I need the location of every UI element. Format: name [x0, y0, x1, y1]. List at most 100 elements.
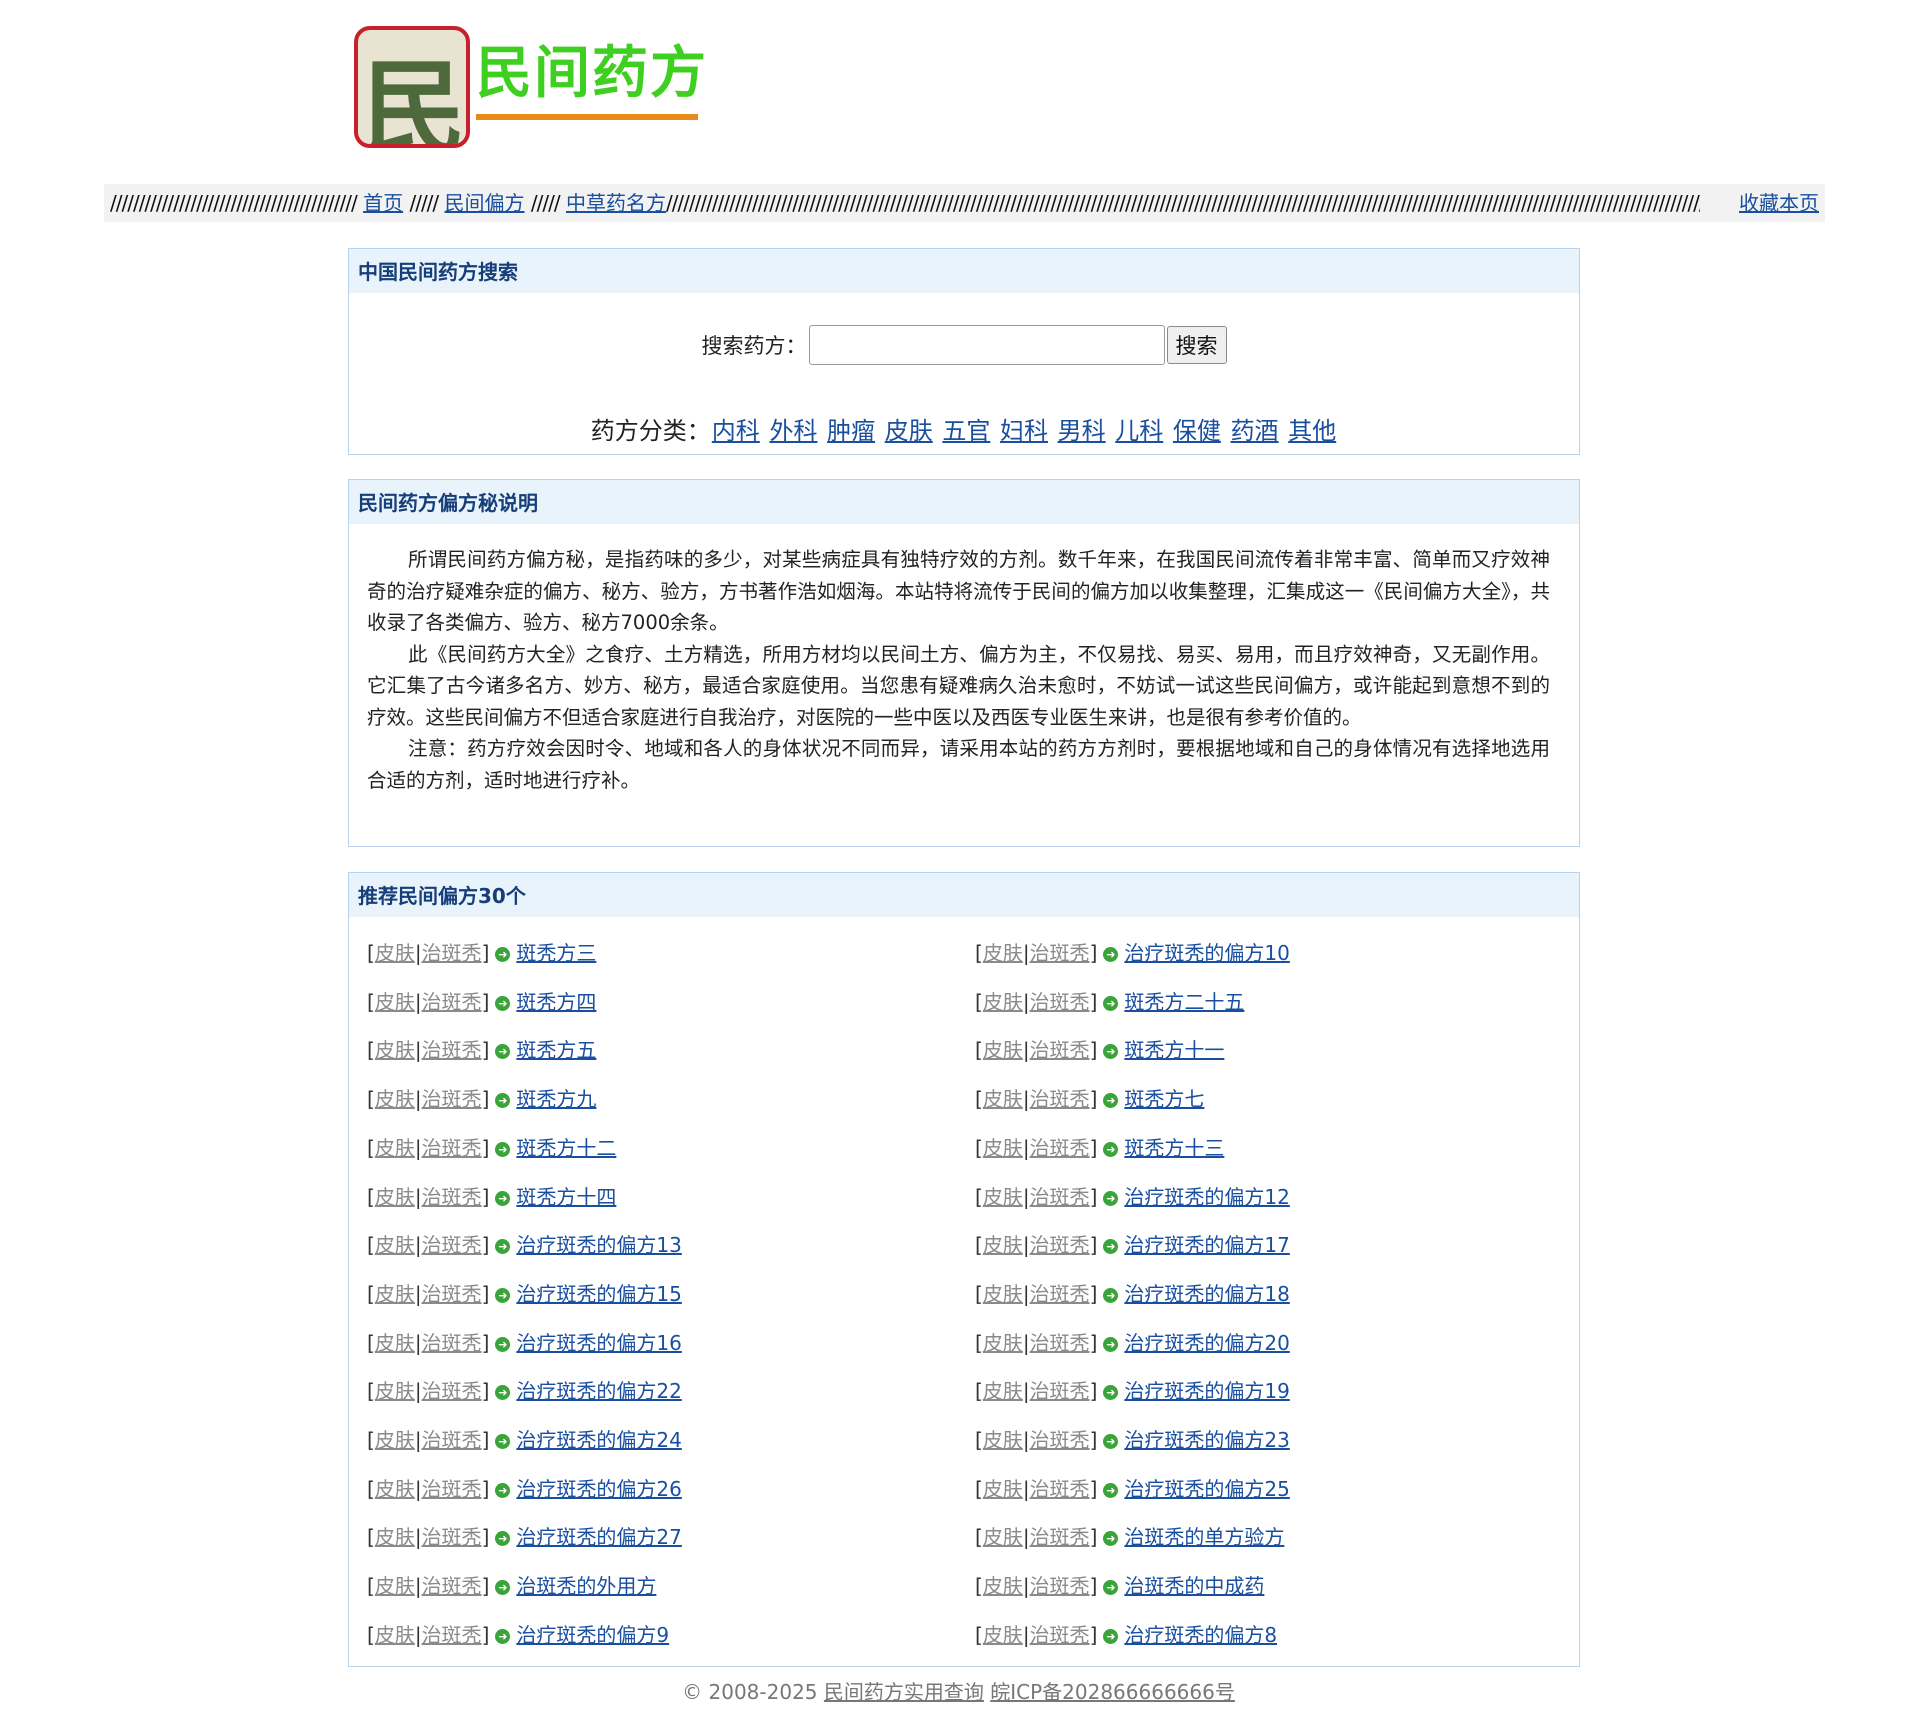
- tag-link-alopecia[interactable]: 治斑秃: [1030, 1477, 1090, 1501]
- tag-link-alopecia[interactable]: 治斑秃: [422, 1233, 482, 1257]
- tag-link-alopecia[interactable]: 治斑秃: [1030, 1379, 1090, 1403]
- tag-link-alopecia[interactable]: 治斑秃: [1030, 1233, 1090, 1257]
- nav-home-link[interactable]: 首页: [363, 191, 403, 215]
- tag-link-skin[interactable]: 皮肤: [375, 1185, 415, 1209]
- tag-link-skin[interactable]: 皮肤: [983, 1233, 1023, 1257]
- tag-link-alopecia[interactable]: 治斑秃: [422, 1136, 482, 1160]
- category-link[interactable]: 男科: [1058, 417, 1106, 445]
- remedy-link[interactable]: 治疗斑秃的偏方16: [516, 1331, 681, 1355]
- tag-link-skin[interactable]: 皮肤: [375, 1233, 415, 1257]
- tag-link-alopecia[interactable]: 治斑秃: [422, 1623, 482, 1647]
- category-link[interactable]: 外科: [769, 417, 817, 445]
- tag-link-alopecia[interactable]: 治斑秃: [1030, 941, 1090, 965]
- tag-link-skin[interactable]: 皮肤: [375, 990, 415, 1014]
- tag-link-alopecia[interactable]: 治斑秃: [1030, 1525, 1090, 1549]
- tag-link-alopecia[interactable]: 治斑秃: [422, 1087, 482, 1111]
- tag-link-skin[interactable]: 皮肤: [375, 1038, 415, 1062]
- search-button[interactable]: 搜索: [1166, 326, 1227, 364]
- tag-link-alopecia[interactable]: 治斑秃: [422, 1331, 482, 1355]
- tag-link-alopecia[interactable]: 治斑秃: [422, 1574, 482, 1598]
- nav-folk-remedy-link[interactable]: 民间偏方: [445, 191, 525, 215]
- remedy-link[interactable]: 斑秃方七: [1124, 1087, 1204, 1111]
- remedy-link[interactable]: 治疗斑秃的偏方9: [516, 1623, 669, 1647]
- bookmark-link[interactable]: 收藏本页: [1739, 184, 1819, 222]
- category-link[interactable]: 保健: [1173, 417, 1221, 445]
- category-link[interactable]: 肿瘤: [827, 417, 875, 445]
- tag-link-skin[interactable]: 皮肤: [375, 1331, 415, 1355]
- remedy-link[interactable]: 斑秃方十四: [516, 1185, 616, 1209]
- remedy-link[interactable]: 治疗斑秃的偏方15: [516, 1282, 681, 1306]
- tag-link-alopecia[interactable]: 治斑秃: [1030, 1087, 1090, 1111]
- tag-link-alopecia[interactable]: 治斑秃: [422, 1477, 482, 1501]
- category-link[interactable]: 妇科: [1000, 417, 1048, 445]
- remedy-link[interactable]: 治疗斑秃的偏方18: [1124, 1282, 1289, 1306]
- tag-link-alopecia[interactable]: 治斑秃: [1030, 1331, 1090, 1355]
- remedy-link[interactable]: 治疗斑秃的偏方22: [516, 1379, 681, 1403]
- category-link[interactable]: 皮肤: [885, 417, 933, 445]
- tag-link-skin[interactable]: 皮肤: [983, 1087, 1023, 1111]
- tag-link-alopecia[interactable]: 治斑秃: [1030, 1574, 1090, 1598]
- remedy-link[interactable]: 斑秃方五: [516, 1038, 596, 1062]
- tag-link-skin[interactable]: 皮肤: [983, 1477, 1023, 1501]
- tag-link-alopecia[interactable]: 治斑秃: [1030, 1282, 1090, 1306]
- tag-link-skin[interactable]: 皮肤: [983, 1574, 1023, 1598]
- tag-link-skin[interactable]: 皮肤: [375, 1379, 415, 1403]
- tag-link-alopecia[interactable]: 治斑秃: [1030, 1623, 1090, 1647]
- tag-link-alopecia[interactable]: 治斑秃: [422, 1185, 482, 1209]
- remedy-link[interactable]: 斑秃方十一: [1124, 1038, 1224, 1062]
- tag-link-skin[interactable]: 皮肤: [375, 1428, 415, 1452]
- tag-link-skin[interactable]: 皮肤: [983, 1136, 1023, 1160]
- tag-link-alopecia[interactable]: 治斑秃: [422, 1038, 482, 1062]
- nav-herbal-link[interactable]: 中草药名方: [566, 191, 666, 215]
- tag-link-skin[interactable]: 皮肤: [375, 1574, 415, 1598]
- remedy-link[interactable]: 治斑秃的外用方: [516, 1574, 656, 1598]
- tag-link-skin[interactable]: 皮肤: [983, 1185, 1023, 1209]
- search-input[interactable]: [808, 325, 1165, 365]
- remedy-link[interactable]: 斑秃方三: [516, 941, 596, 965]
- remedy-link[interactable]: 治疗斑秃的偏方27: [516, 1525, 681, 1549]
- remedy-link[interactable]: 治疗斑秃的偏方10: [1124, 941, 1289, 965]
- tag-link-alopecia[interactable]: 治斑秃: [422, 941, 482, 965]
- tag-link-skin[interactable]: 皮肤: [983, 1282, 1023, 1306]
- tag-link-alopecia[interactable]: 治斑秃: [422, 1428, 482, 1452]
- remedy-link[interactable]: 治斑秃的单方验方: [1124, 1525, 1284, 1549]
- tag-link-alopecia[interactable]: 治斑秃: [1030, 1428, 1090, 1452]
- tag-link-skin[interactable]: 皮肤: [375, 1525, 415, 1549]
- remedy-link[interactable]: 治疗斑秃的偏方24: [516, 1428, 681, 1452]
- tag-link-skin[interactable]: 皮肤: [375, 1477, 415, 1501]
- remedy-link[interactable]: 斑秃方二十五: [1124, 990, 1244, 1014]
- tag-link-skin[interactable]: 皮肤: [983, 941, 1023, 965]
- tag-link-skin[interactable]: 皮肤: [983, 1623, 1023, 1647]
- tag-link-skin[interactable]: 皮肤: [983, 1038, 1023, 1062]
- remedy-link[interactable]: 治疗斑秃的偏方13: [516, 1233, 681, 1257]
- tag-link-skin[interactable]: 皮肤: [983, 1428, 1023, 1452]
- remedy-link[interactable]: 斑秃方十二: [516, 1136, 616, 1160]
- footer-site-link[interactable]: 民间药方实用查询: [824, 1680, 984, 1704]
- tag-link-alopecia[interactable]: 治斑秃: [422, 990, 482, 1014]
- remedy-link[interactable]: 治疗斑秃的偏方25: [1124, 1477, 1289, 1501]
- tag-link-alopecia[interactable]: 治斑秃: [422, 1525, 482, 1549]
- site-logo[interactable]: 民 民间药方: [354, 26, 706, 152]
- remedy-link[interactable]: 治疗斑秃的偏方26: [516, 1477, 681, 1501]
- remedy-link[interactable]: 治斑秃的中成药: [1124, 1574, 1264, 1598]
- remedy-link[interactable]: 治疗斑秃的偏方8: [1124, 1623, 1277, 1647]
- category-link[interactable]: 其他: [1288, 417, 1336, 445]
- tag-link-alopecia[interactable]: 治斑秃: [1030, 1185, 1090, 1209]
- category-link[interactable]: 儿科: [1115, 417, 1163, 445]
- tag-link-skin[interactable]: 皮肤: [983, 1525, 1023, 1549]
- tag-link-skin[interactable]: 皮肤: [375, 1087, 415, 1111]
- tag-link-skin[interactable]: 皮肤: [375, 1623, 415, 1647]
- remedy-link[interactable]: 治疗斑秃的偏方20: [1124, 1331, 1289, 1355]
- remedy-link[interactable]: 斑秃方九: [516, 1087, 596, 1111]
- tag-link-skin[interactable]: 皮肤: [983, 990, 1023, 1014]
- tag-link-skin[interactable]: 皮肤: [983, 1379, 1023, 1403]
- category-link[interactable]: 内科: [712, 417, 760, 445]
- tag-link-alopecia[interactable]: 治斑秃: [1030, 1136, 1090, 1160]
- remedy-link[interactable]: 治疗斑秃的偏方19: [1124, 1379, 1289, 1403]
- tag-link-alopecia[interactable]: 治斑秃: [422, 1282, 482, 1306]
- tag-link-alopecia[interactable]: 治斑秃: [1030, 990, 1090, 1014]
- remedy-link[interactable]: 治疗斑秃的偏方12: [1124, 1185, 1289, 1209]
- category-link[interactable]: 五官: [942, 417, 990, 445]
- remedy-link[interactable]: 斑秃方十三: [1124, 1136, 1224, 1160]
- tag-link-skin[interactable]: 皮肤: [983, 1331, 1023, 1355]
